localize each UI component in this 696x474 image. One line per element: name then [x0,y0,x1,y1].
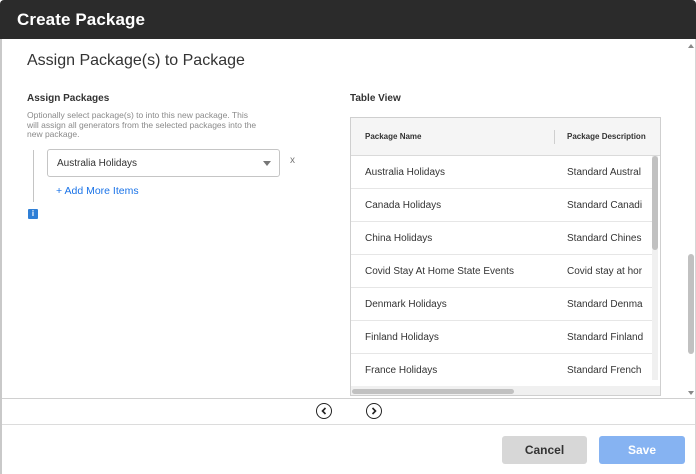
add-more-items-link[interactable]: + Add More Items [56,185,139,197]
table-row[interactable]: Australia Holidays Standard Austral [351,156,654,189]
package-name-cell: France Holidays [365,365,438,376]
table-header: Package Name Package Description [351,118,660,156]
table-row[interactable]: France Holidays Standard French [351,354,654,387]
table-horizontal-scrollbar[interactable] [351,386,660,395]
package-description-cell: Standard Austral [567,167,641,178]
scroll-down-arrow-icon[interactable] [688,391,694,395]
package-description-cell: Standard Canadi [567,200,643,211]
scroll-up-arrow-icon[interactable] [688,44,694,48]
package-name-cell: Canada Holidays [365,200,442,211]
package-name-cell: Finland Holidays [365,332,439,343]
package-table: Package Name Package Description Austral… [350,117,661,396]
package-name-cell: China Holidays [365,233,433,244]
table-row[interactable]: Covid Stay At Home State Events Covid st… [351,255,654,288]
package-name-cell: Australia Holidays [365,167,446,178]
chevron-down-icon[interactable] [263,161,271,166]
table-view-label: Table View [350,93,401,104]
dialog-title: Create Package [17,10,146,29]
cancel-button[interactable]: Cancel [502,436,587,464]
chevron-right-icon [371,407,377,415]
package-select[interactable]: Australia Holidays [47,149,280,177]
assign-packages-help: Optionally select package(s) to into thi… [27,110,257,140]
package-name-cell: Covid Stay At Home State Events [365,266,514,277]
footer-divider [2,398,695,399]
save-button[interactable]: Save [599,436,685,464]
chevron-left-icon [321,407,327,415]
column-header-package-name[interactable]: Package Name [365,132,421,141]
dialog-scroll-thumb[interactable] [688,254,694,354]
assign-packages-label: Assign Packages [27,93,110,104]
package-description-cell: Standard French [567,365,642,376]
table-row[interactable]: Canada Holidays Standard Canadi [351,189,654,222]
page-heading: Assign Package(s) to Package [27,52,245,69]
package-description-cell: Standard Finland [567,332,644,343]
prev-page-button[interactable] [316,403,332,419]
dialog-title-bar: Create Package [0,0,696,39]
column-divider[interactable] [554,130,555,144]
table-vertical-scrollbar[interactable] [652,156,658,380]
table-horizontal-scroll-thumb[interactable] [352,389,514,394]
package-select-value: Australia Holidays [57,158,138,169]
table-row[interactable]: China Holidays Standard Chines [351,222,654,255]
button-bar-divider [2,424,695,425]
table-vertical-scroll-thumb[interactable] [652,156,658,250]
table-row[interactable]: Denmark Holidays Standard Denma [351,288,654,321]
remove-item-button[interactable]: x [290,155,295,166]
next-page-button[interactable] [366,403,382,419]
info-icon[interactable]: i [28,209,38,219]
column-header-package-description[interactable]: Package Description [567,132,646,141]
package-description-cell: Standard Chines [567,233,642,244]
item-group-line [33,150,34,202]
package-description-cell: Standard Denma [567,299,643,310]
table-row[interactable]: Finland Holidays Standard Finland [351,321,654,354]
package-name-cell: Denmark Holidays [365,299,447,310]
package-description-cell: Covid stay at hor [567,266,643,277]
